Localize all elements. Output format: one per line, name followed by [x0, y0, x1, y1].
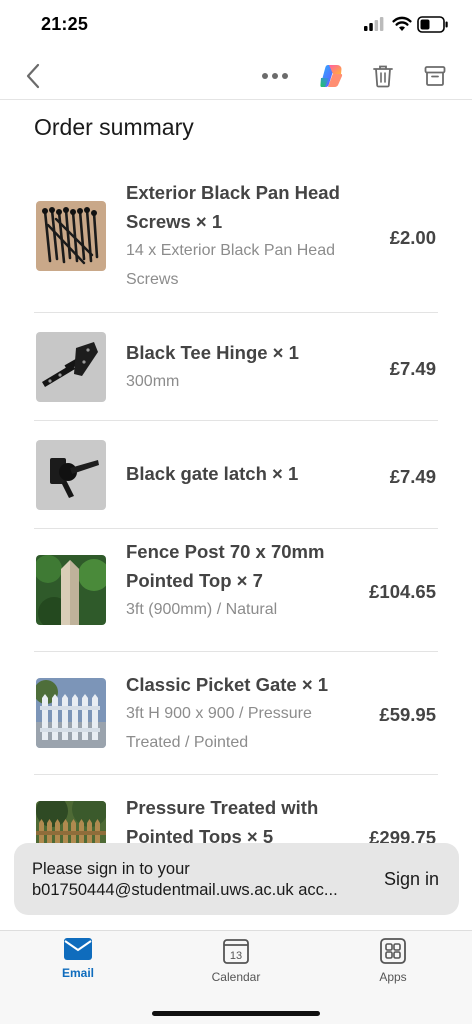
back-button[interactable]	[18, 60, 48, 92]
archive-button[interactable]	[420, 60, 450, 92]
copilot-button[interactable]	[315, 60, 347, 92]
item-price: £104.65	[369, 581, 436, 602]
more-options-button[interactable]	[258, 62, 292, 90]
signin-message-line1: Please sign in to your	[32, 860, 190, 878]
tab-calendar-label: Calendar	[211, 970, 261, 984]
item-description: 3ft (900mm) / Natural	[126, 601, 278, 618]
item-description: 300mm	[126, 373, 180, 390]
tab-calendar[interactable]: 13 Calendar	[191, 937, 281, 989]
product-image-fence-post	[36, 555, 106, 625]
tab-email-label: Email	[61, 966, 94, 980]
item-name: Classic Picket Gate × 1	[126, 674, 329, 695]
tab-apps-label: Apps	[379, 970, 407, 984]
product-image-hinge	[36, 332, 106, 402]
product-image-latch	[36, 440, 106, 510]
order-item: Exterior Black Pan Head Screws × 1 14 x …	[34, 165, 438, 313]
item-description: 14 x Exterior Black Pan Head Screws	[126, 242, 335, 288]
mail-icon	[64, 938, 92, 960]
item-price: £59.95	[379, 704, 436, 725]
item-name: Black gate latch × 1	[126, 463, 299, 484]
copilot-icon	[320, 65, 343, 87]
calendar-day: 13	[230, 950, 242, 962]
item-price: £7.49	[389, 358, 436, 379]
order-item: Black Tee Hinge × 1 300mm £7.49	[34, 313, 438, 421]
archive-icon	[424, 66, 446, 86]
order-list: Exterior Black Pan Head Screws × 1 14 x …	[34, 165, 438, 895]
order-item: Classic Picket Gate × 1 3ft H 900 x 900 …	[34, 652, 438, 775]
status-time: 21:25	[41, 14, 89, 34]
item-name: Exterior Black Pan Head Screws × 1	[126, 182, 340, 232]
home-indicator[interactable]	[152, 1011, 320, 1016]
item-name: Black Tee Hinge × 1	[126, 342, 299, 363]
tab-bar: Email 13 Calendar Apps	[0, 930, 472, 1024]
order-summary-title: Order summary	[34, 114, 194, 140]
email-body[interactable]: Order summary Exterior Black Pan Head Sc…	[0, 101, 472, 930]
order-item: Black gate latch × 1 £7.49	[34, 421, 438, 529]
signin-message-line2: b01750444@studentmail.uws.ac.uk acc...	[32, 881, 338, 899]
tab-apps[interactable]: Apps	[348, 937, 438, 989]
product-image-picket-gate	[36, 678, 106, 748]
tab-email[interactable]: Email	[33, 937, 123, 989]
sign-in-button[interactable]: Sign in	[384, 869, 439, 890]
order-item: Fence Post 70 x 70mm Pointed Top × 7 3ft…	[34, 529, 438, 652]
more-horizontal-icon	[262, 73, 288, 79]
item-price: £7.49	[389, 466, 436, 487]
signin-message: Please sign in to your b01750444@student…	[32, 859, 367, 901]
message-toolbar	[0, 52, 472, 100]
item-description: 3ft H 900 x 900 / Pressure Treated / Poi…	[126, 705, 312, 751]
calendar-icon: 13	[223, 939, 249, 964]
wifi-icon	[392, 16, 412, 31]
trash-icon	[373, 65, 393, 88]
signin-banner: Please sign in to your b01750444@student…	[14, 843, 459, 915]
cellular-signal-icon	[364, 17, 384, 31]
chevron-left-icon	[26, 63, 40, 89]
battery-icon	[417, 16, 448, 33]
delete-button[interactable]	[368, 60, 398, 92]
apps-grid-icon	[380, 938, 406, 964]
status-bar: 21:25	[0, 0, 472, 52]
product-image-screws	[36, 201, 106, 271]
item-price: £2.00	[389, 227, 436, 248]
item-name: Fence Post 70 x 70mm Pointed Top × 7	[126, 541, 325, 591]
